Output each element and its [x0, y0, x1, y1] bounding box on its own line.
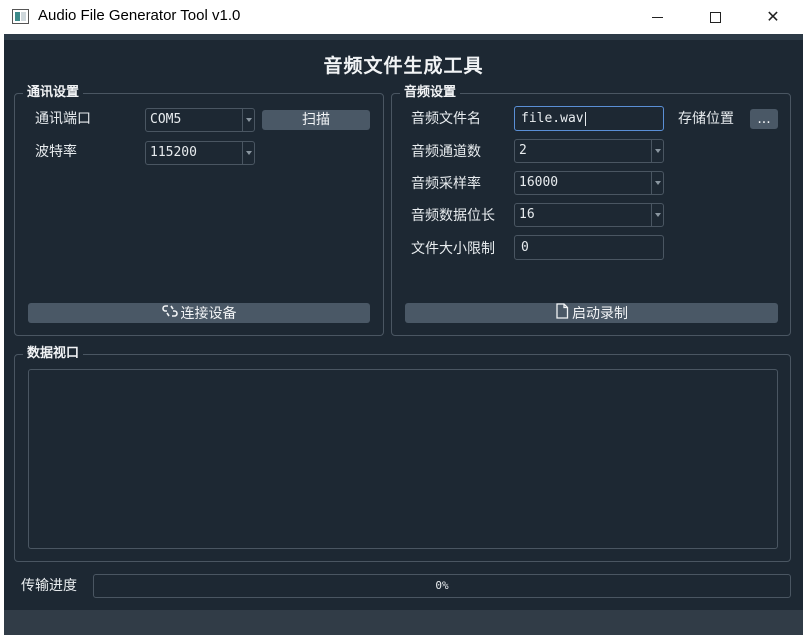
start-recording-button[interactable]: 启动录制	[405, 303, 778, 323]
browse-button[interactable]: ...	[750, 109, 778, 129]
sizelimit-label: 文件大小限制	[411, 241, 495, 257]
unlink-icon	[161, 303, 178, 325]
samplerate-label: 音频采样率	[411, 176, 481, 192]
data-view-label: 数据视口	[23, 346, 84, 362]
text-caret	[584, 111, 586, 126]
scan-button[interactable]: 扫描	[262, 110, 370, 130]
bitdepth-select[interactable]: 16	[514, 203, 664, 227]
minimize-icon	[651, 16, 663, 18]
window-titlebar: Audio File Generator Tool v1.0 ✕	[0, 0, 803, 34]
window-title: Audio File Generator Tool v1.0	[38, 7, 241, 24]
baud-value: 115200	[150, 145, 197, 160]
page-title: 音频文件生成工具	[323, 55, 484, 77]
chevron-down-icon	[651, 172, 663, 194]
chevron-down-icon	[242, 142, 254, 164]
bitdepth-label: 音频数据位长	[411, 208, 495, 224]
start-recording-label: 启动录制	[572, 306, 628, 322]
transfer-progress-bar: 0%	[93, 574, 791, 598]
bitdepth-value: 16	[519, 207, 535, 222]
port-value: COM5	[150, 112, 182, 127]
baud-label: 波特率	[35, 144, 77, 160]
port-select[interactable]: COM5	[145, 108, 255, 132]
main-window: 音频文件生成工具 通讯设置 通讯端口 COM5 扫描 波特率 115200 连接…	[4, 34, 803, 635]
sizelimit-value: 0	[521, 240, 529, 255]
port-label: 通讯端口	[35, 111, 91, 127]
channels-select[interactable]: 2	[514, 139, 664, 163]
minimize-button[interactable]	[628, 0, 686, 34]
data-view-group: 数据视口	[14, 346, 791, 562]
sizelimit-input[interactable]: 0	[514, 235, 664, 260]
storage-location-label: 存储位置	[678, 111, 734, 127]
comm-settings-group: 通讯设置 通讯端口 COM5 扫描 波特率 115200 连接设备	[14, 85, 384, 336]
channels-label: 音频通道数	[411, 144, 481, 160]
audio-settings-group: 音频设置 音频文件名 file.wav 存储位置 ... 音频通道数 2 音频采…	[391, 85, 791, 336]
progress-label: 传输进度	[21, 578, 77, 594]
data-view-textarea[interactable]	[28, 369, 778, 549]
chevron-down-icon	[651, 140, 663, 162]
audio-settings-label: 音频设置	[400, 85, 461, 101]
connect-device-label: 连接设备	[180, 306, 237, 322]
progress-text: 0%	[435, 579, 449, 592]
connect-device-button[interactable]: 连接设备	[28, 303, 370, 323]
app-icon	[12, 9, 29, 24]
close-button[interactable]: ✕	[744, 0, 802, 34]
filename-input[interactable]: file.wav	[514, 106, 664, 131]
close-icon: ✕	[766, 7, 780, 26]
top-strip	[4, 34, 803, 40]
maximize-icon	[709, 11, 721, 23]
filename-label: 音频文件名	[411, 111, 481, 127]
samplerate-select[interactable]: 16000	[514, 171, 664, 195]
status-bar	[4, 610, 803, 635]
maximize-button[interactable]	[686, 0, 744, 34]
channels-value: 2	[519, 143, 527, 158]
document-icon	[555, 303, 569, 325]
chevron-down-icon	[242, 109, 254, 131]
baud-select[interactable]: 115200	[145, 141, 255, 165]
filename-value: file.wav	[521, 111, 584, 126]
chevron-down-icon	[651, 204, 663, 226]
samplerate-value: 16000	[519, 175, 559, 190]
comm-settings-label: 通讯设置	[23, 85, 84, 101]
